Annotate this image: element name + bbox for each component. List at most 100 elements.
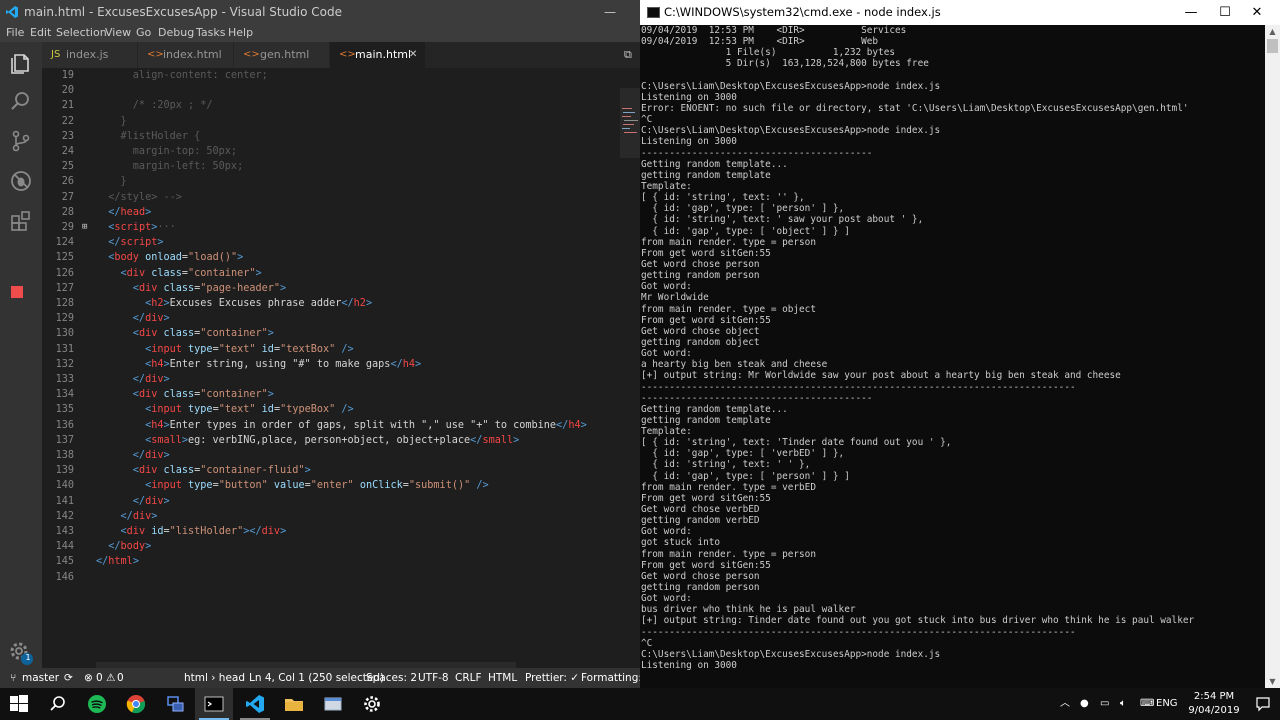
network-tool-icon[interactable] bbox=[156, 688, 194, 720]
code-line[interactable]: 129 </div> bbox=[42, 311, 620, 326]
code-line[interactable]: 135 <input type="text" id="typeBox" /> bbox=[42, 402, 620, 417]
network-icon[interactable]: ▭ bbox=[1100, 688, 1109, 720]
code-line[interactable]: 20 bbox=[42, 83, 620, 98]
code-line[interactable]: 141 </div> bbox=[42, 494, 620, 509]
scroll-thumb[interactable] bbox=[1267, 39, 1278, 53]
extensions-icon[interactable] bbox=[8, 208, 34, 234]
encoding[interactable]: UTF-8 bbox=[418, 668, 449, 688]
menu-selection[interactable]: Selection bbox=[56, 24, 107, 42]
show-hidden-icons-chevron-icon[interactable]: ︿ bbox=[1060, 688, 1070, 720]
vscode-taskbar-icon[interactable] bbox=[236, 688, 274, 720]
error-count[interactable]: 0 bbox=[96, 668, 103, 688]
stop-square-icon[interactable] bbox=[11, 286, 23, 298]
code-line[interactable]: 133 </div> bbox=[42, 372, 620, 387]
prettier-status[interactable]: Prettier: ✓ bbox=[525, 668, 579, 688]
code-line[interactable]: 24 margin-top: 50px; bbox=[42, 144, 620, 159]
formatting-status[interactable]: Formatting: ✓ bbox=[581, 668, 640, 688]
action-center-icon[interactable] bbox=[1255, 696, 1271, 712]
indentation[interactable]: Spaces: 2 bbox=[366, 668, 417, 688]
language-mode[interactable]: HTML bbox=[488, 668, 517, 688]
code-line[interactable]: 22 } bbox=[42, 114, 620, 129]
line-number: 144 bbox=[55, 541, 74, 553]
menu-help[interactable]: Help bbox=[228, 24, 253, 42]
code-line[interactable]: 138 </div> bbox=[42, 448, 620, 463]
code-line[interactable]: 130 <div class="container"> bbox=[42, 326, 620, 341]
code-line[interactable]: 27 </style> --> bbox=[42, 190, 620, 205]
code-line[interactable]: 142 </div> bbox=[42, 509, 620, 524]
code-line[interactable]: 19 align-content: center; bbox=[42, 68, 620, 83]
source-control-icon[interactable] bbox=[8, 128, 34, 154]
volume-icon[interactable]: 🔈︎ bbox=[1120, 688, 1126, 720]
cmd-taskbar-icon[interactable] bbox=[195, 688, 233, 720]
code-line[interactable]: 28 </head> bbox=[42, 205, 620, 220]
cursor-position[interactable]: Ln 4, Col 1 (250 selected) bbox=[249, 668, 384, 688]
code-token: /> bbox=[476, 480, 489, 492]
search-taskbar-icon[interactable] bbox=[39, 688, 77, 720]
menu-view[interactable]: View bbox=[105, 24, 131, 42]
input-method-icon[interactable]: ⌨ bbox=[1140, 688, 1154, 720]
sync-icon[interactable]: ⟳ bbox=[64, 668, 73, 688]
explorer-icon[interactable] bbox=[8, 50, 34, 76]
spotify-icon[interactable] bbox=[78, 688, 116, 720]
code-text: } bbox=[96, 174, 127, 189]
menu-debug[interactable]: Debug bbox=[158, 24, 194, 42]
code-line[interactable]: 134 <div class="container"> bbox=[42, 387, 620, 402]
settings-gear-icon[interactable]: 1 bbox=[8, 640, 34, 666]
tab-index-html[interactable]: <> index.html bbox=[138, 42, 234, 68]
tab-gen-html[interactable]: <> gen.html bbox=[234, 42, 330, 68]
tray-app-icon[interactable]: ● bbox=[1080, 688, 1089, 720]
tab-close-icon[interactable]: ✕ bbox=[409, 42, 417, 68]
search-icon[interactable] bbox=[8, 88, 34, 114]
menu-file[interactable]: File bbox=[6, 24, 24, 42]
scroll-up-arrow-icon[interactable]: ▲ bbox=[1265, 27, 1280, 36]
code-line[interactable]: 26 } bbox=[42, 174, 620, 189]
menu-edit[interactable]: Edit bbox=[30, 24, 51, 42]
code-line[interactable]: 143 <div id="listHolder"></div> bbox=[42, 524, 620, 539]
menu-tasks[interactable]: Tasks bbox=[196, 24, 225, 42]
fold-expand-icon[interactable]: ⊞ bbox=[82, 220, 92, 235]
code-editor[interactable]: 19 align-content: center; 20 21 /* :20px ;… bbox=[42, 68, 620, 662]
code-line[interactable]: 137 <small>eg: verbING,place, person+obj… bbox=[42, 433, 620, 448]
split-editor-icon[interactable]: ⧉ bbox=[624, 48, 632, 62]
code-line[interactable]: 132 <h4>Enter string, using "#" to make … bbox=[42, 357, 620, 372]
code-line[interactable]: 131 <input type="text" id="textBox" /> bbox=[42, 342, 620, 357]
code-line[interactable]: 127 <div class="page-header"> bbox=[42, 281, 620, 296]
line-ending[interactable]: CRLF bbox=[455, 668, 482, 688]
app-window-icon[interactable] bbox=[314, 688, 352, 720]
code-line[interactable]: 126 <div class="container"> bbox=[42, 266, 620, 281]
cmd-output[interactable]: 09/04/2019 12:53 PM <DIR> Services 09/04/… bbox=[641, 25, 1263, 688]
menu-go[interactable]: Go bbox=[136, 24, 151, 42]
tab-index-js[interactable]: JS index.js bbox=[42, 42, 138, 68]
code-line[interactable]: 128 <h2>Excuses Excuses phrase adder</h2… bbox=[42, 296, 620, 311]
warning-count[interactable]: 0 bbox=[117, 668, 124, 688]
code-line[interactable]: 29 ⊞ <script>··· bbox=[42, 220, 620, 235]
vscode-minimize-button[interactable]: — bbox=[604, 0, 618, 24]
code-line[interactable]: 140 <input type="button" value="enter" o… bbox=[42, 478, 620, 493]
minimap[interactable] bbox=[620, 68, 640, 662]
code-line[interactable]: 145 </html> bbox=[42, 554, 620, 569]
start-button[interactable] bbox=[0, 688, 38, 720]
git-branch[interactable]: master bbox=[22, 668, 59, 688]
file-explorer-icon[interactable] bbox=[275, 688, 313, 720]
clock[interactable]: 2:54 PM 9/04/2019 bbox=[1180, 690, 1248, 718]
code-line[interactable]: 125 <body onload="load()"> bbox=[42, 250, 620, 265]
code-line[interactable]: 139 <div class="container-fluid"> bbox=[42, 463, 620, 478]
settings-taskbar-icon[interactable] bbox=[353, 688, 391, 720]
cmd-close-button[interactable]: ✕ bbox=[1234, 0, 1280, 25]
cmd-title-bar[interactable]: C:\WINDOWS\system32\cmd.exe - node index… bbox=[640, 0, 1280, 25]
breadcrumb[interactable]: html › head bbox=[184, 668, 245, 688]
language-indicator[interactable]: ENG bbox=[1156, 688, 1178, 720]
code-line[interactable]: 136 <h4>Enter types in order of gaps, sp… bbox=[42, 418, 620, 433]
vscode-title-bar[interactable]: main.html - ExcusesExcusesApp - Visual S… bbox=[0, 0, 640, 24]
code-line[interactable]: 144 </body> bbox=[42, 539, 620, 554]
code-line[interactable]: 21 /* :20px ; */ bbox=[42, 98, 620, 113]
cmd-scrollbar[interactable]: ▲ ▼ bbox=[1265, 25, 1280, 688]
chrome-icon[interactable] bbox=[117, 688, 155, 720]
code-line[interactable]: 124 </script> bbox=[42, 235, 620, 250]
tab-main-html[interactable]: <> main.html ✕ bbox=[330, 42, 426, 68]
code-line[interactable]: 146 bbox=[42, 570, 620, 585]
debug-icon[interactable] bbox=[8, 168, 34, 194]
scroll-down-arrow-icon[interactable]: ▼ bbox=[1265, 677, 1280, 686]
code-line[interactable]: 25 margin-left: 50px; bbox=[42, 159, 620, 174]
code-line[interactable]: 23 #listHolder { bbox=[42, 129, 620, 144]
